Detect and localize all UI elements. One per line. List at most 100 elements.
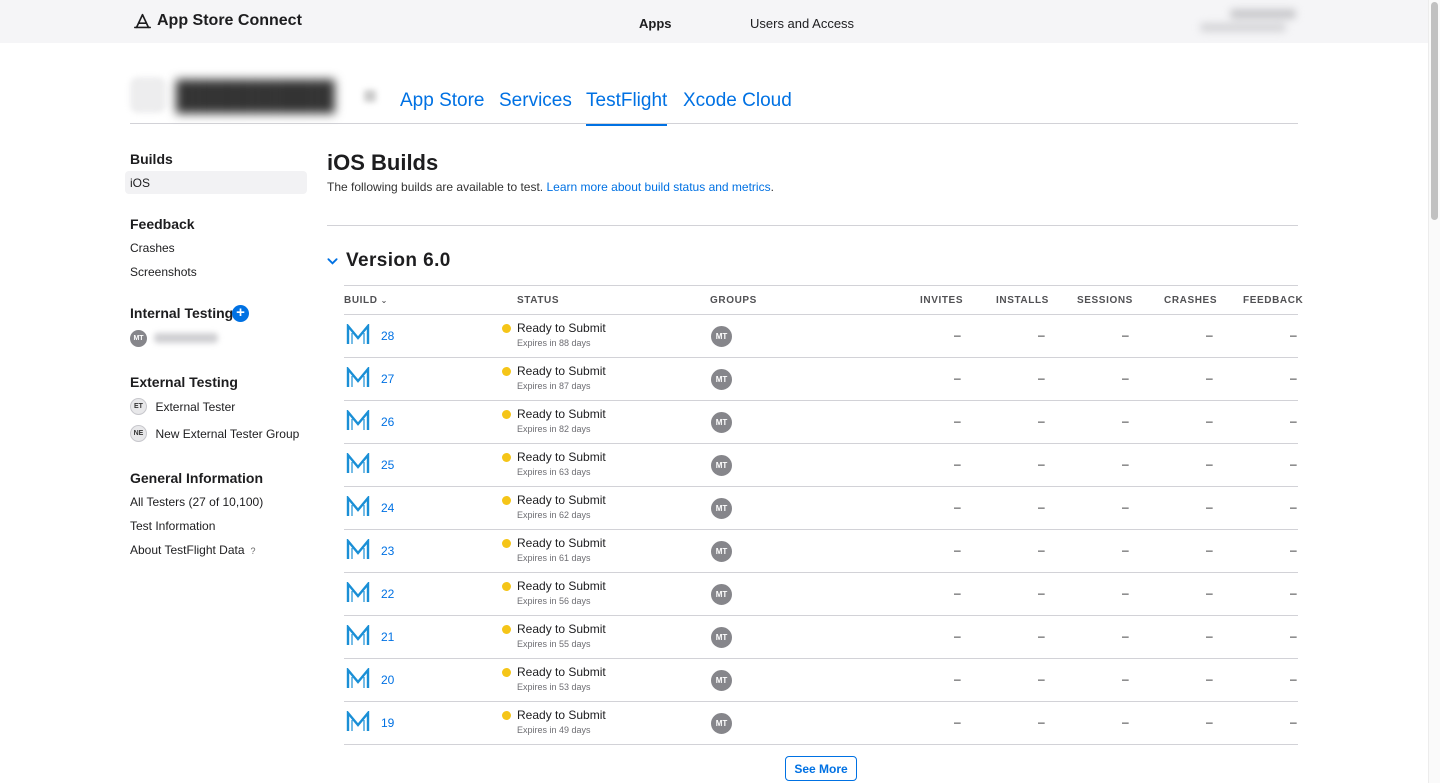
- app-name-redacted[interactable]: ████████: [176, 80, 335, 112]
- build-number-link[interactable]: 19: [381, 716, 394, 730]
- metric-crashes: –: [1206, 500, 1213, 514]
- group-badge[interactable]: MT: [711, 670, 732, 691]
- build-number-link[interactable]: 22: [381, 587, 394, 601]
- app-build-icon: [346, 453, 370, 473]
- metric-installs: –: [1038, 328, 1045, 342]
- metric-invites: –: [954, 672, 961, 686]
- group-badge[interactable]: MT: [711, 326, 732, 347]
- metric-invites: –: [954, 715, 961, 729]
- sidebar-item-ios[interactable]: iOS: [130, 176, 150, 190]
- app-build-icon: [346, 711, 370, 731]
- tab-app-store[interactable]: App Store: [400, 90, 485, 124]
- group-badge[interactable]: MT: [711, 541, 732, 562]
- nav-users-and-access[interactable]: Users and Access: [750, 16, 854, 31]
- app-store-connect-logo[interactable]: App Store Connect: [134, 12, 302, 30]
- metric-sessions: –: [1122, 414, 1129, 428]
- help-icon[interactable]: ?: [251, 546, 256, 556]
- sidebar-heading-feedback: Feedback: [130, 216, 195, 232]
- build-status: Ready to Submit: [517, 665, 606, 679]
- build-expiry: Expires in 62 days: [517, 510, 591, 520]
- metric-feedback: –: [1290, 672, 1297, 686]
- column-header-sessions: SESSIONS: [1077, 295, 1133, 306]
- brand-label: App Store Connect: [157, 12, 302, 29]
- table-row[interactable]: 21 Ready to Submit Expires in 55 days MT – – –…: [344, 616, 1298, 659]
- table-row[interactable]: 19 Ready to Submit Expires in 49 days MT – – –…: [344, 702, 1298, 745]
- column-header-crashes: CRASHES: [1164, 295, 1218, 306]
- table-row[interactable]: 25 Ready to Submit Expires in 63 days MT – – –…: [344, 444, 1298, 487]
- build-status: Ready to Submit: [517, 708, 606, 722]
- table-row[interactable]: 24 Ready to Submit Expires in 62 days MT – – –…: [344, 487, 1298, 530]
- app-build-icon: [346, 496, 370, 516]
- group-badge[interactable]: MT: [711, 584, 732, 605]
- group-badge[interactable]: MT: [711, 713, 732, 734]
- subtitle-end: .: [770, 180, 774, 194]
- sidebar-item-external-tester[interactable]: ET External Tester: [130, 398, 235, 416]
- sidebar-heading-general-information: General Information: [130, 470, 264, 486]
- build-number-link[interactable]: 27: [381, 372, 394, 386]
- app-icon[interactable]: [130, 77, 166, 113]
- sidebar-item-test-information[interactable]: Test Information: [130, 519, 215, 533]
- nav-apps[interactable]: Apps: [639, 16, 672, 31]
- page-scrollbar[interactable]: [1428, 0, 1440, 783]
- sidebar-item-all-testers[interactable]: All Testers (27 of 10,100): [130, 495, 263, 509]
- see-more-button[interactable]: See More: [785, 756, 857, 781]
- build-number-link[interactable]: 20: [381, 673, 394, 687]
- metric-installs: –: [1038, 457, 1045, 471]
- metric-sessions: –: [1122, 328, 1129, 342]
- metric-invites: –: [954, 414, 961, 428]
- metric-feedback: –: [1290, 543, 1297, 557]
- tab-services[interactable]: Services: [499, 90, 572, 124]
- metric-crashes: –: [1206, 457, 1213, 471]
- sidebar-item-screenshots[interactable]: Screenshots: [130, 265, 197, 279]
- subtitle-text: The following builds are available to te…: [327, 180, 544, 194]
- build-number-link[interactable]: 24: [381, 501, 394, 515]
- group-badge[interactable]: MT: [711, 498, 732, 519]
- status-dot-icon: [502, 367, 511, 376]
- table-row[interactable]: 27 Ready to Submit Expires in 87 days MT – – –…: [344, 358, 1298, 401]
- build-expiry: Expires in 63 days: [517, 467, 591, 477]
- table-row[interactable]: 20 Ready to Submit Expires in 53 days MT – – –…: [344, 659, 1298, 702]
- group-badge[interactable]: MT: [711, 412, 732, 433]
- add-internal-group-button[interactable]: +: [232, 305, 249, 322]
- app-switcher-chevron-icon[interactable]: [364, 90, 376, 102]
- sort-chevron-icon: ⌄: [380, 296, 388, 305]
- group-badge[interactable]: MT: [711, 369, 732, 390]
- table-row[interactable]: 22 Ready to Submit Expires in 56 days MT – – –…: [344, 573, 1298, 616]
- metric-feedback: –: [1290, 715, 1297, 729]
- builds-table: BUILD ⌄ STATUS GROUPS INVITES INSTALLS SE…: [344, 285, 1303, 745]
- app-store-icon: [134, 13, 151, 28]
- build-number-link[interactable]: 26: [381, 415, 394, 429]
- learn-more-link[interactable]: Learn more about build status and metric…: [546, 180, 770, 194]
- version-group-header[interactable]: Version 6.0: [327, 250, 451, 272]
- table-row[interactable]: 23 Ready to Submit Expires in 61 days MT – – –…: [344, 530, 1298, 573]
- build-status: Ready to Submit: [517, 536, 606, 550]
- group-badge[interactable]: MT: [711, 627, 732, 648]
- table-row[interactable]: 28 Ready to Submit Expires in 88 days MT – – –…: [344, 315, 1298, 358]
- build-expiry: Expires in 61 days: [517, 553, 591, 563]
- tab-testflight[interactable]: TestFlight: [586, 90, 668, 126]
- account-menu[interactable]: [1196, 9, 1300, 35]
- sidebar-item-new-external-tester-group[interactable]: NE New External Tester Group: [130, 425, 299, 443]
- sidebar-item-about-testflight-data[interactable]: About TestFlight Data?: [130, 543, 256, 557]
- internal-group-name-redacted[interactable]: [154, 333, 218, 343]
- page-subtitle: The following builds are available to te…: [327, 180, 774, 194]
- chevron-down-icon: [327, 257, 338, 265]
- metric-invites: –: [954, 328, 961, 342]
- group-badge[interactable]: MT: [711, 455, 732, 476]
- build-expiry: Expires in 82 days: [517, 424, 591, 434]
- build-status: Ready to Submit: [517, 622, 606, 636]
- build-number-link[interactable]: 28: [381, 329, 394, 343]
- build-number-link[interactable]: 23: [381, 544, 394, 558]
- new-external-group-label: New External Tester Group: [155, 426, 300, 441]
- metric-sessions: –: [1122, 715, 1129, 729]
- tab-xcode-cloud[interactable]: Xcode Cloud: [683, 90, 792, 124]
- table-row[interactable]: 26 Ready to Submit Expires in 82 days MT – – –…: [344, 401, 1298, 444]
- build-number-link[interactable]: 25: [381, 458, 394, 472]
- metric-invites: –: [954, 629, 961, 643]
- column-header-build[interactable]: BUILD ⌄: [344, 295, 388, 306]
- metric-sessions: –: [1122, 457, 1129, 471]
- build-number-link[interactable]: 21: [381, 630, 394, 644]
- sidebar-item-crashes[interactable]: Crashes: [130, 241, 175, 255]
- build-expiry: Expires in 56 days: [517, 596, 591, 606]
- scrollbar-thumb[interactable]: [1431, 2, 1438, 220]
